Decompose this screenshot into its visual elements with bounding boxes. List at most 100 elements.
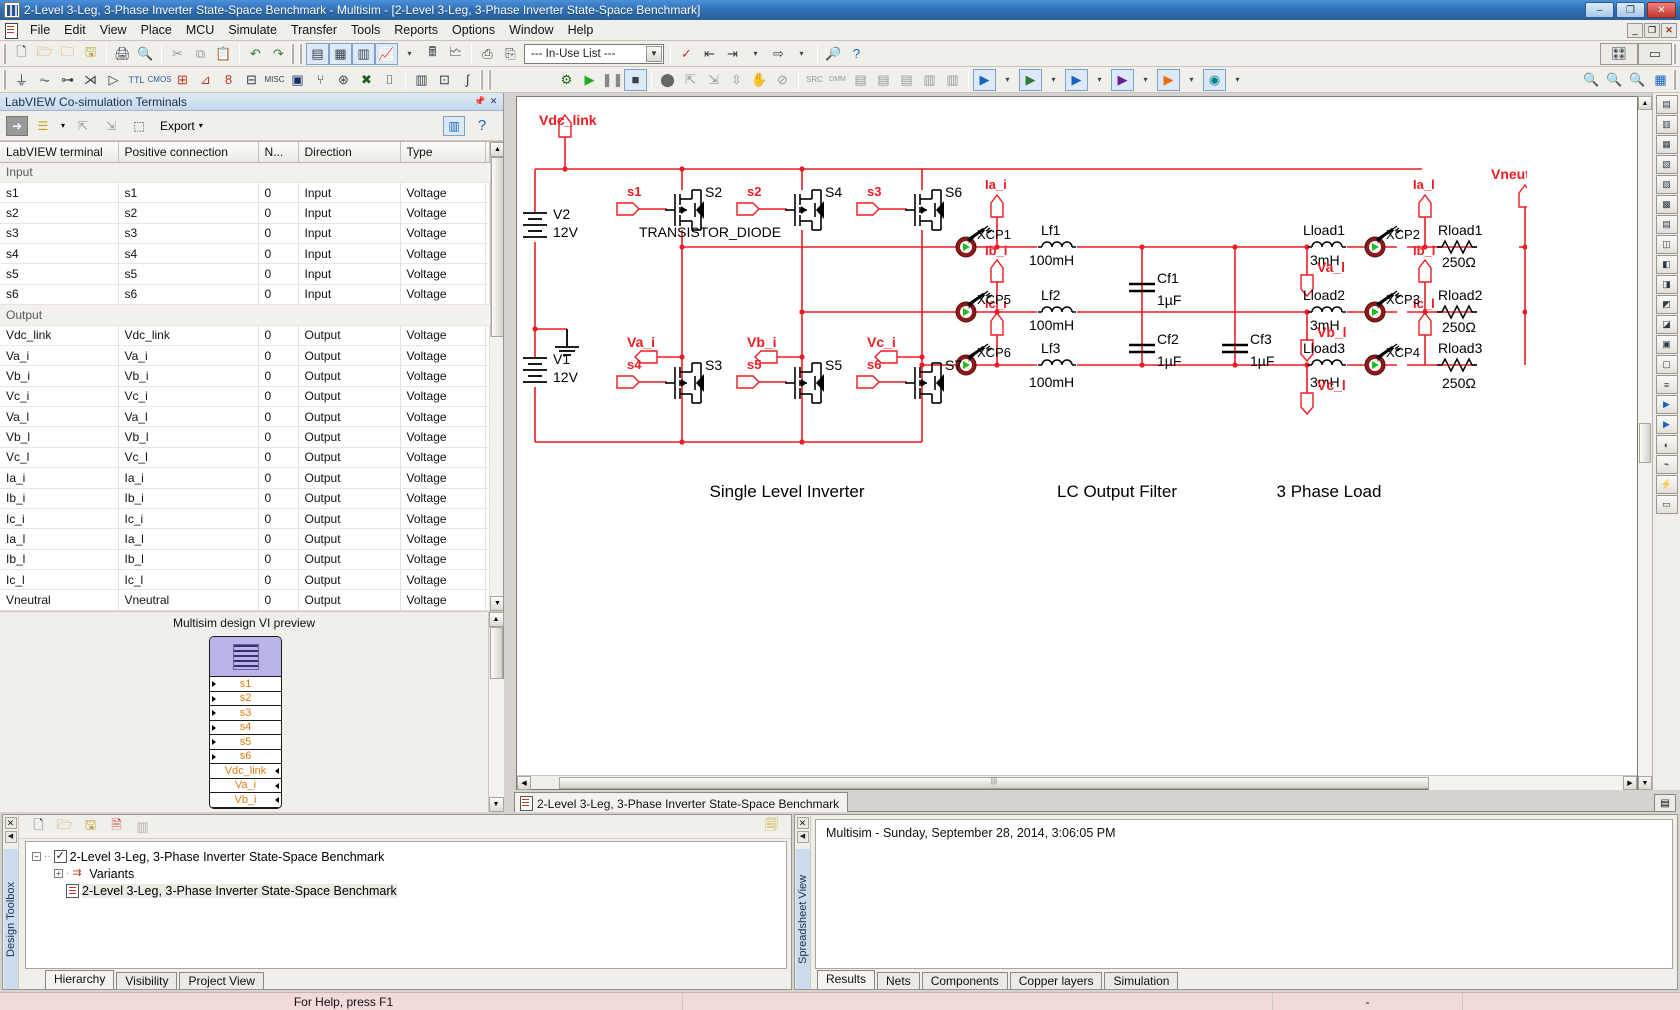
schematic-vertical-scrollbar[interactable]: ▲ ▼: [1638, 96, 1652, 790]
netlist-icon[interactable]: 🖩: [421, 43, 444, 65]
palette-button-10[interactable]: ◨: [1655, 275, 1678, 294]
table-row[interactable]: s4 s4 0 Input Voltage: [0, 243, 490, 265]
undo-icon[interactable]: ↶: [244, 43, 267, 65]
scroll-down-icon[interactable]: ▼: [1638, 776, 1652, 790]
misc-icon[interactable]: MISC: [263, 69, 286, 91]
palette-button-5[interactable]: ▨: [1655, 175, 1678, 194]
pin-icon[interactable]: 📌: [474, 96, 485, 107]
mdi-window-controls[interactable]: _ ❐ ✕: [1627, 22, 1680, 38]
full-screen-icon[interactable]: ▤: [306, 42, 329, 65]
add-input-icon[interactable]: ⇱: [70, 114, 96, 138]
scrollbar-track[interactable]: [490, 337, 503, 596]
menu-view[interactable]: View: [93, 21, 134, 39]
palette-button-11[interactable]: ◩: [1655, 295, 1678, 314]
print-icon[interactable]: 🖨: [111, 43, 134, 65]
layer-2-icon[interactable]: ▶: [1019, 68, 1042, 91]
align-middle-icon[interactable]: ▥: [941, 69, 964, 91]
tab-nets[interactable]: Nets: [877, 972, 920, 989]
minimize-button[interactable]: –: [1585, 2, 1614, 18]
postprocessor-icon[interactable]: ▥: [352, 42, 375, 65]
probe-settings-icon[interactable]: ⇲: [702, 69, 725, 91]
pause-icon[interactable]: ❚❚: [601, 69, 624, 91]
tab-components[interactable]: Components: [921, 972, 1008, 989]
new-icon[interactable]: 🗋: [10, 43, 33, 65]
zoom-area-icon[interactable]: 🔍: [1626, 69, 1649, 91]
layer-1-icon[interactable]: ▶: [973, 68, 996, 91]
chevron-down-icon[interactable]: ▾: [790, 43, 813, 65]
menu-mcu[interactable]: MCU: [179, 21, 221, 39]
scroll-up-icon[interactable]: ▲: [1638, 96, 1652, 110]
menu-help[interactable]: Help: [561, 21, 601, 39]
mdi-restore-button[interactable]: ❐: [1644, 22, 1660, 38]
table-row[interactable]: Vc_i Vc_i 0 Output Voltage: [0, 386, 490, 408]
zoom-in-icon[interactable]: 🔍: [1580, 69, 1603, 91]
chevron-down-icon[interactable]: ▾: [58, 114, 68, 138]
palette-button-21[interactable]: ▭: [1655, 495, 1678, 514]
layer-6-icon[interactable]: ◉: [1203, 68, 1226, 91]
align-left-icon[interactable]: ▤: [849, 69, 872, 91]
document-tab[interactable]: 2-Level 3-Leg, 3-Phase Inverter State-Sp…: [514, 792, 849, 812]
scrollbar-track[interactable]: [1429, 775, 1623, 790]
probe-icon[interactable]: ⬤: [656, 69, 679, 91]
close-icon[interactable]: ✕: [796, 817, 809, 829]
open-design-icon[interactable]: 🗀: [56, 43, 79, 65]
palette-button-3[interactable]: ▦: [1655, 135, 1678, 154]
scroll-down-icon[interactable]: ▼: [490, 596, 503, 611]
sim-settings-icon[interactable]: ⚙: [555, 69, 578, 91]
chevron-down-icon[interactable]: ▾: [1042, 69, 1065, 91]
tab-simulation[interactable]: Simulation: [1104, 972, 1179, 989]
new-icon[interactable]: 🗋: [27, 816, 50, 838]
chevron-down-icon[interactable]: ▾: [199, 121, 203, 130]
export-button[interactable]: Export ▾: [154, 117, 209, 135]
tab-results[interactable]: Results: [817, 970, 876, 989]
palette-button-7[interactable]: ▤: [1655, 215, 1678, 234]
table-row[interactable]: Ib_l Ib_l 0 Output Voltage: [0, 549, 490, 571]
tree-node-sheet[interactable]: 2-Level 3-Leg, 3-Phase Inverter State-Sp…: [32, 882, 786, 899]
open-icon[interactable]: 🗁: [53, 816, 76, 838]
zoom-fit-icon[interactable]: ▦: [1649, 69, 1672, 91]
tab-list-icon[interactable]: ▤: [1654, 794, 1676, 812]
toolbar-grip[interactable]: [291, 43, 295, 64]
paste-icon[interactable]: 📋: [212, 43, 235, 65]
annotate-icon[interactable]: ⇤: [698, 43, 721, 65]
zoom-out-icon[interactable]: 🔍: [1603, 69, 1626, 91]
chevron-down-icon[interactable]: ▾: [744, 43, 767, 65]
toolbar-grip[interactable]: [1673, 69, 1677, 90]
vi-terminal-row[interactable]: Va_i: [210, 779, 281, 793]
erc-icon[interactable]: ✓: [675, 43, 698, 65]
align-center-icon[interactable]: ▤: [872, 69, 895, 91]
table-row[interactable]: Va_l Va_l 0 Output Voltage: [0, 406, 490, 428]
probe-list-icon[interactable]: ⇳: [725, 69, 748, 91]
palette-button-19[interactable]: ⌁: [1655, 455, 1678, 474]
maximize-button[interactable]: ❐: [1616, 2, 1645, 18]
column-header-positive-connection[interactable]: Positive connection: [118, 142, 259, 163]
vi-terminal-row[interactable]: s5: [210, 735, 281, 750]
tab-project-view[interactable]: Project View: [179, 972, 264, 989]
redo-icon[interactable]: ↷: [267, 43, 290, 65]
close-project-icon[interactable]: 🗎: [105, 816, 128, 838]
vi-terminal-row[interactable]: s6: [210, 750, 281, 764]
vi-terminal-row[interactable]: Vdc_link: [210, 764, 281, 779]
scroll-up-icon[interactable]: ▲: [488, 612, 504, 627]
column-header-terminal[interactable]: LabVIEW terminal: [0, 142, 119, 163]
save-icon[interactable]: 🖫: [79, 816, 102, 838]
diode-icon[interactable]: ⊶: [56, 69, 79, 91]
table-row[interactable]: Ib_i Ib_i 0 Output Voltage: [0, 488, 490, 509]
toolbar-grip[interactable]: [299, 43, 303, 64]
palette-button-18[interactable]: ◐: [1655, 435, 1678, 454]
hierarchical-block-icon[interactable]: ⊡: [433, 69, 456, 91]
layer-3-icon[interactable]: ▶: [1065, 68, 1088, 91]
print-preview-icon[interactable]: 🔍: [134, 43, 157, 65]
help-icon[interactable]: ?: [845, 43, 868, 65]
mdi-close-button[interactable]: ✕: [1661, 22, 1677, 38]
table-row[interactable]: Vb_i Vb_i 0 Output Voltage: [0, 365, 490, 387]
palette-button-4[interactable]: ▧: [1655, 155, 1678, 174]
tab-hierarchy[interactable]: Hierarchy: [45, 970, 115, 989]
menu-reports[interactable]: Reports: [387, 21, 445, 39]
chevron-down-icon[interactable]: ▼: [646, 45, 662, 62]
checkbox-icon[interactable]: [53, 849, 67, 863]
collapse-icon[interactable]: −: [32, 852, 41, 861]
bus-icon[interactable]: ∫: [456, 69, 479, 91]
scroll-left-icon[interactable]: ◀: [517, 775, 531, 790]
table-row[interactable]: s2 s2 0 Input Voltage: [0, 202, 490, 224]
